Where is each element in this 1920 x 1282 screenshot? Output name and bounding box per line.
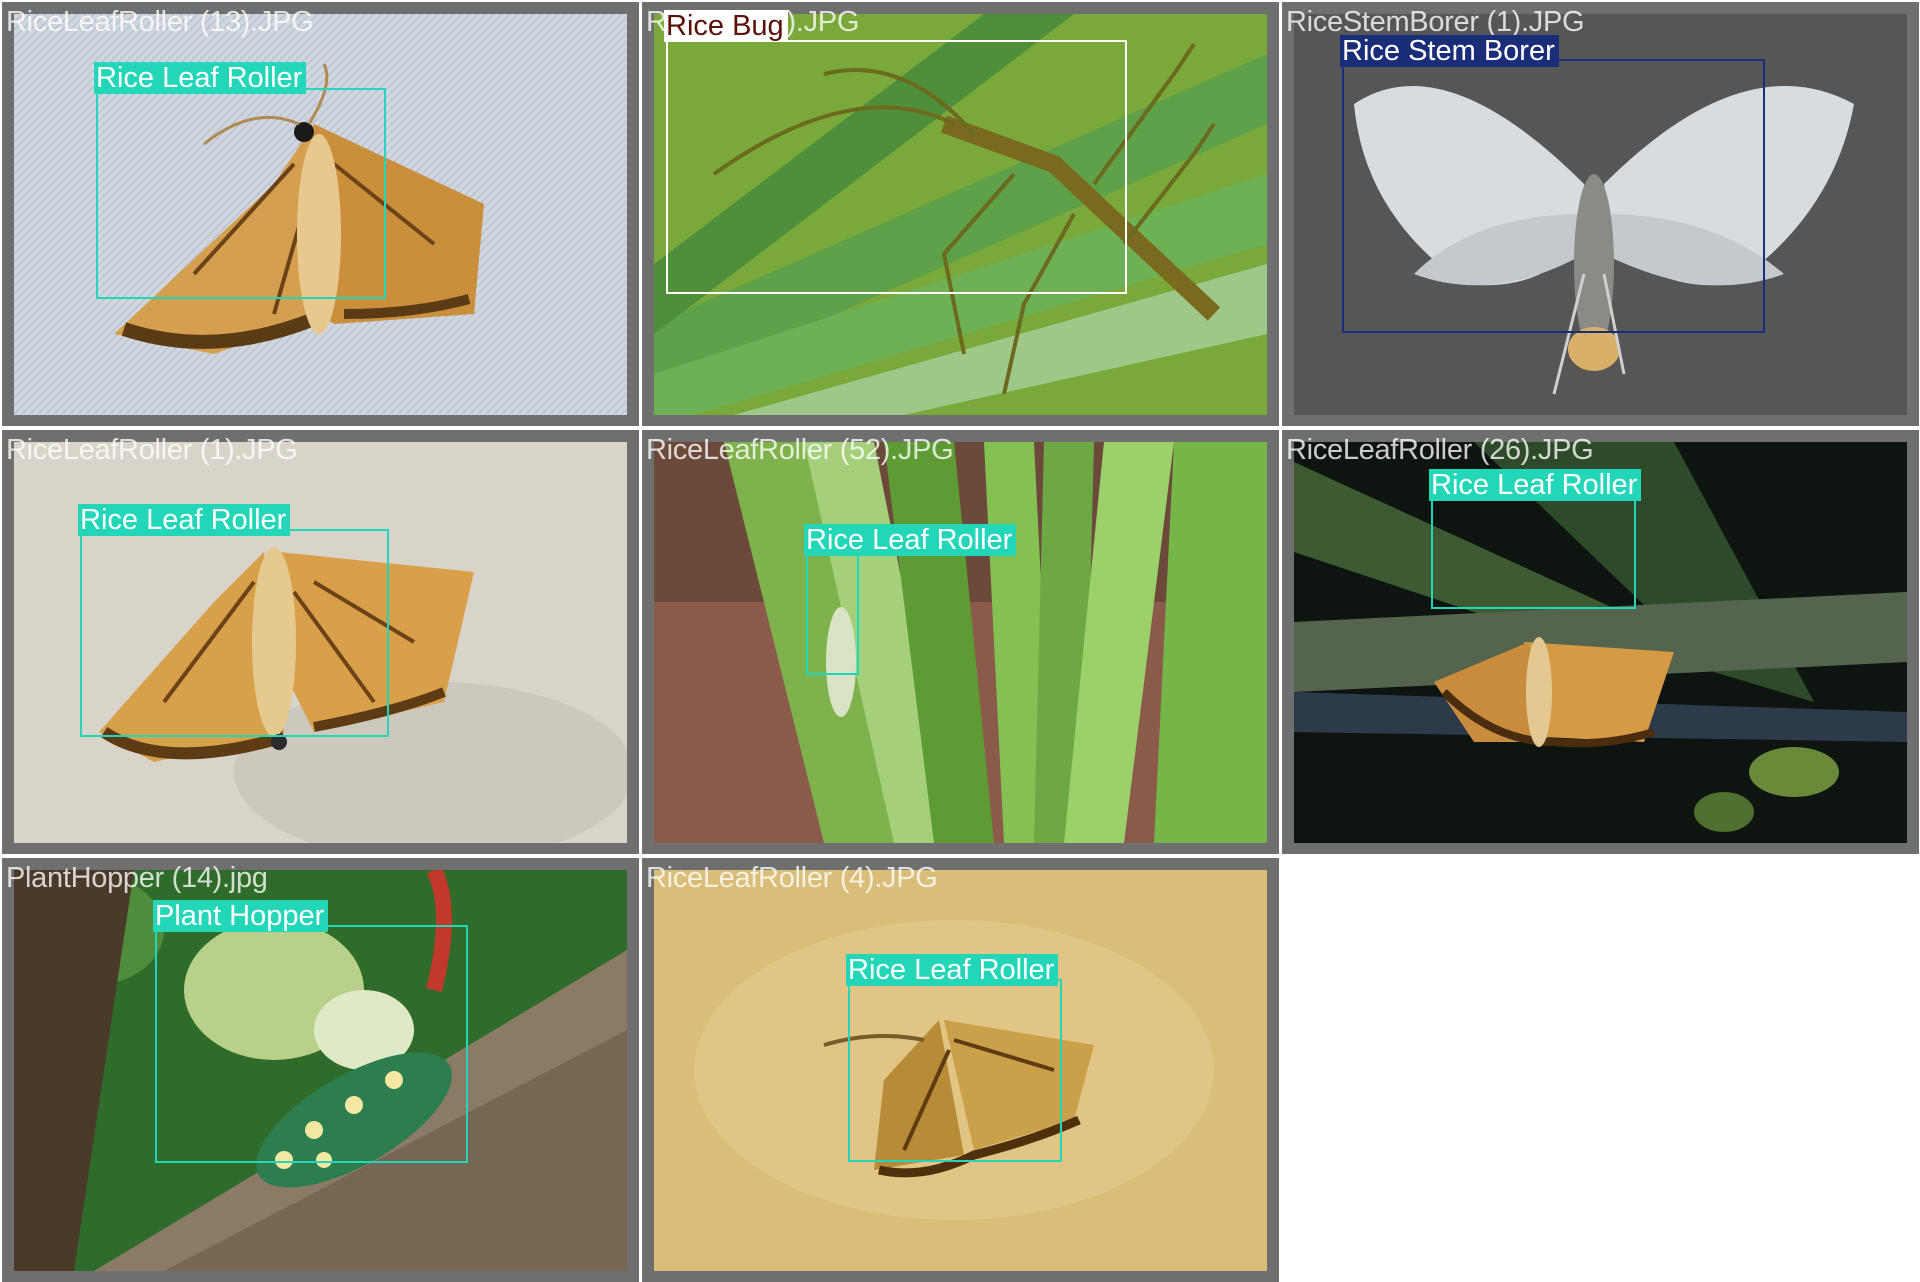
image-tile-5[interactable]: RiceLeafRoller (52).JPG Rice Leaf Roller (642, 430, 1279, 854)
image-filename: RiceLeafRoller (13).JPG (6, 6, 314, 38)
detection-box (80, 529, 389, 737)
image-tile-7[interactable]: PlantHopper (14).jpg Plant Hopper (2, 858, 639, 1282)
detection-label: Rice Leaf Roller (846, 954, 1059, 986)
detection-label: Rice Bug (664, 10, 788, 42)
leaf-larva-photo (654, 442, 1267, 843)
image-tile-1[interactable]: RiceLeafRoller (13).JPG Rice Leaf Roller (2, 2, 639, 426)
image-tile-4[interactable]: RiceLeafRoller (1).JPG Rice Leaf Roller (2, 430, 639, 854)
image-tile-6[interactable]: RiceLeafRoller (26).JPG Rice Leaf Roller (1282, 430, 1919, 854)
image-filename: RiceLeafRoller (4).JPG (646, 862, 938, 894)
image-filename: RiceLeafRoller (26).JPG (1286, 434, 1594, 466)
image-filename: RiceLeafRoller (52).JPG (646, 434, 954, 466)
detection-box (806, 549, 859, 675)
detection-box (96, 88, 386, 299)
image-filename: RiceLeafRoller (1).JPG (6, 434, 298, 466)
detection-label: Rice Leaf Roller (1429, 469, 1642, 501)
detection-box (848, 979, 1062, 1162)
detection-box (1342, 59, 1765, 333)
detection-label: Rice Stem Borer (1340, 35, 1559, 67)
image-filename: RiceStemBorer (1).JPG (1286, 6, 1585, 38)
image-tile-2[interactable]: RiceBug (4).JPG Rice Bug (642, 2, 1279, 426)
image-tile-3[interactable]: RiceStemBorer (1).JPG Rice Stem Borer (1282, 2, 1919, 426)
detection-box (666, 40, 1127, 294)
detection-label: Rice Leaf Roller (78, 504, 291, 536)
image-filename: PlantHopper (14).jpg (6, 862, 268, 894)
detection-box (155, 925, 468, 1163)
detection-box (1431, 493, 1636, 609)
detection-label: Rice Leaf Roller (94, 62, 307, 94)
image-tile-8[interactable]: RiceLeafRoller (4).JPG Rice Leaf Roller (642, 858, 1279, 1282)
detection-label: Plant Hopper (153, 900, 329, 932)
detection-label: Rice Leaf Roller (804, 524, 1017, 556)
